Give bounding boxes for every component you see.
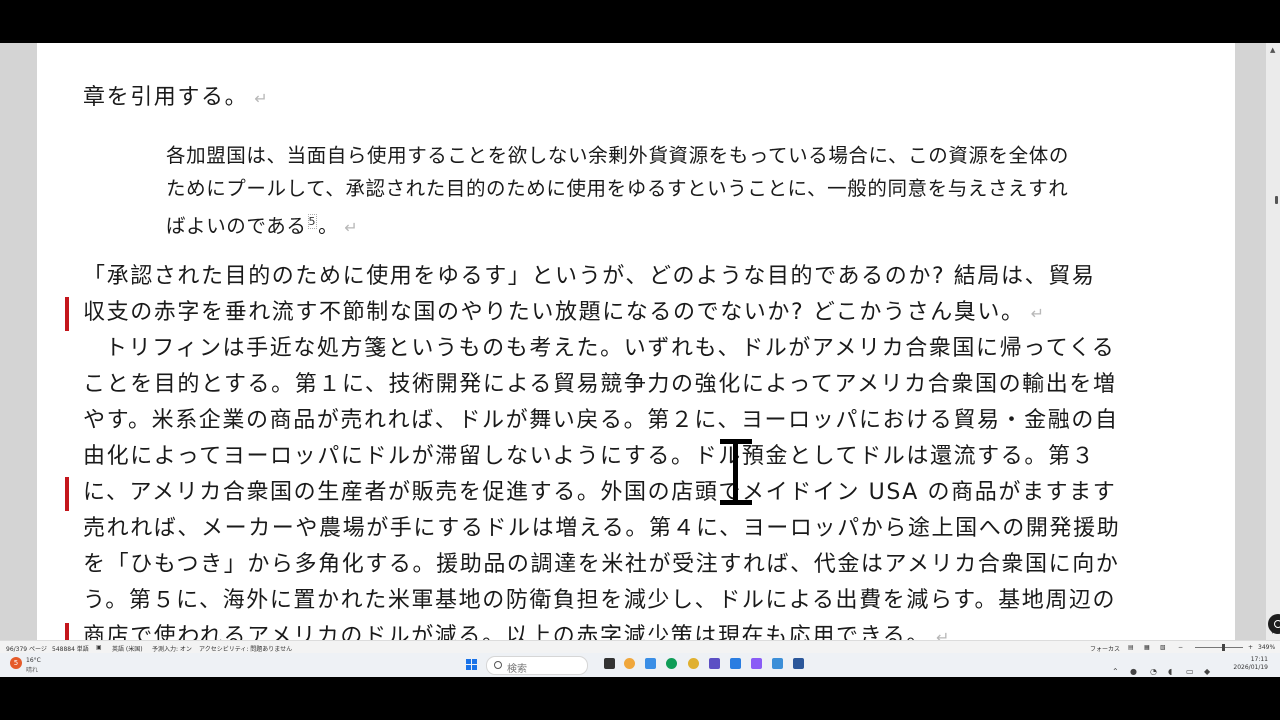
document-workspace[interactable]: 章を引用する。 ↵ 各加盟国は、当面自ら使用することを欲しない余剰外貨資源をもって… (0, 43, 1280, 640)
text-line: 由化によってヨーロッパにドルが滞留しないようにする。ドル預金としてドルは還流する… (83, 444, 1096, 469)
chevron-up-icon[interactable]: ⌃ (1112, 659, 1122, 676)
text-line: トリフィンは手近な処方箋というものも考えた。いずれも、ドルがアメリカ合衆国に帰っ… (105, 336, 1116, 361)
change-bar (65, 297, 69, 331)
clock-time: 17:11 (1250, 656, 1268, 663)
clock-date: 2026/01/19 (1233, 664, 1268, 671)
change-bar (65, 477, 69, 511)
settings-icon[interactable] (772, 658, 783, 669)
zoom-out-icon[interactable]: − (1178, 644, 1183, 651)
bottom-letterbox (0, 677, 1280, 720)
paragraph-mark: ↵ (254, 89, 270, 108)
proofing-icon[interactable]: ▣ (96, 644, 102, 651)
scrollbar-thumb[interactable] (1275, 196, 1278, 204)
app-icon[interactable] (730, 658, 741, 669)
text-line: 収支の赤字を垂れ流す不節制な国のやりたい放題になるのでないか? どこかうさん臭い… (83, 300, 1046, 325)
taskbar: 5 16°C 晴れ 検索 ⌃ ● ◔ ◖ ▭ ◆ 17:11 2026/01/1… (0, 653, 1280, 677)
quote-line: 各加盟国は、当面自ら使用することを欲しない余剰外貨資源をもっている場合に、この資… (166, 144, 1069, 167)
scroll-up-icon[interactable]: ▲ (1270, 47, 1275, 54)
zoom-slider-knob[interactable] (1222, 644, 1225, 651)
word-count[interactable]: 548884 単語 (52, 644, 89, 653)
read-mode-icon[interactable]: ▤ (1128, 644, 1134, 651)
text-line: 売れれば、メーカーや農場が手にするドルは増える。第４に、ヨーロッパから途上国への… (83, 516, 1121, 541)
vertical-scrollbar[interactable]: ▲ ▼ (1266, 43, 1280, 640)
text-line: やす。米系企業の商品が売れれば、ドルが舞い戻る。第２に、ヨーロッパにおける貿易・… (83, 408, 1119, 433)
document-page[interactable]: 章を引用する。 ↵ 各加盟国は、当面自ら使用することを欲しない余剰外貨資源をもって… (37, 43, 1235, 640)
text-line: に、アメリカ合衆国の生産者が販売を促進する。外国の店頭でメイドイン USA の商… (83, 480, 1117, 505)
footnote-ref[interactable]: 5 (307, 214, 318, 229)
text-line: う。第５に、海外に置かれた米軍基地の防衛負担を減少し、ドルによる出費を減らす。基… (83, 588, 1117, 613)
focus-button[interactable]: フォーカス (1090, 644, 1120, 653)
paragraph-mark: ↵ (344, 217, 359, 237)
zoom-level[interactable]: 349% (1258, 644, 1275, 651)
notification-icon[interactable]: ◆ (1204, 659, 1214, 676)
web-layout-icon[interactable]: ▧ (1160, 644, 1166, 651)
page-count[interactable]: 96/379 ページ (6, 644, 47, 653)
system-clock[interactable]: 17:11 2026/01/19 (1224, 656, 1268, 672)
zoom-slider[interactable] (1195, 647, 1243, 648)
app-icon[interactable] (751, 658, 762, 669)
taskbar-search[interactable]: 検索 (486, 656, 588, 675)
chrome-icon[interactable] (688, 658, 699, 669)
quote-line: ためにプールして、承認された目的のために使用をゆるすということに、一般的同意を与… (166, 177, 1069, 200)
word-icon[interactable] (793, 658, 804, 669)
volume-icon[interactable]: ◖ (1168, 659, 1178, 676)
weather-desc: 晴れ (26, 667, 39, 674)
battery-icon[interactable]: ▭ (1186, 659, 1196, 676)
text-line: ことを目的とする。第１に、技術開発による貿易競争力の強化によってアメリカ合衆国の… (83, 372, 1117, 397)
weather-widget[interactable]: 5 16°C 晴れ (6, 656, 46, 674)
edge-icon[interactable] (666, 658, 677, 669)
accessibility-status[interactable]: アクセシビリティ: 問題ありません (199, 644, 292, 653)
text-line: を「ひもつき」から多角化する。援助品の調達を米社が受注すれば、代金はアメリカ合衆… (83, 552, 1120, 577)
text-line: 「承認された目的のために使用をゆるす」というが、どのような目的であるのか? 結局… (83, 264, 1096, 289)
text-cursor-icon (716, 439, 756, 505)
quote-line: ばよいのである 5。 ↵ (166, 214, 359, 238)
mic-icon[interactable]: ● (1130, 659, 1140, 676)
app-icon[interactable] (645, 658, 656, 669)
search-icon (494, 661, 502, 669)
network-icon[interactable]: ◔ (1150, 659, 1160, 676)
top-letterbox (0, 0, 1280, 43)
text-line: 章を引用する。 ↵ (83, 85, 270, 110)
print-layout-icon[interactable]: ▦ (1144, 644, 1150, 651)
text-line: 商店で使われるアメリカのドルが減る。以上の赤字減少策は現在も応用できる。 ↵ (83, 619, 1235, 640)
change-bar (65, 623, 69, 640)
search-placeholder: 検索 (507, 664, 527, 675)
widgets-icon[interactable] (624, 658, 635, 669)
language[interactable]: 英語 (米国) (112, 644, 143, 653)
weather-badge-icon: 5 (10, 657, 22, 669)
paragraph-mark: ↵ (1030, 304, 1046, 323)
start-icon[interactable] (466, 659, 478, 671)
app-icon[interactable] (709, 658, 720, 669)
weather-temp: 16°C (26, 657, 41, 664)
text-predictions[interactable]: 予測入力: オン (152, 644, 192, 653)
zoom-in-icon[interactable]: + (1248, 644, 1253, 651)
status-bar: 96/379 ページ 548884 単語 ▣ 英語 (米国) 予測入力: オン … (0, 640, 1280, 654)
paragraph-mark: ↵ (935, 628, 951, 640)
task-view-icon[interactable] (604, 658, 615, 669)
